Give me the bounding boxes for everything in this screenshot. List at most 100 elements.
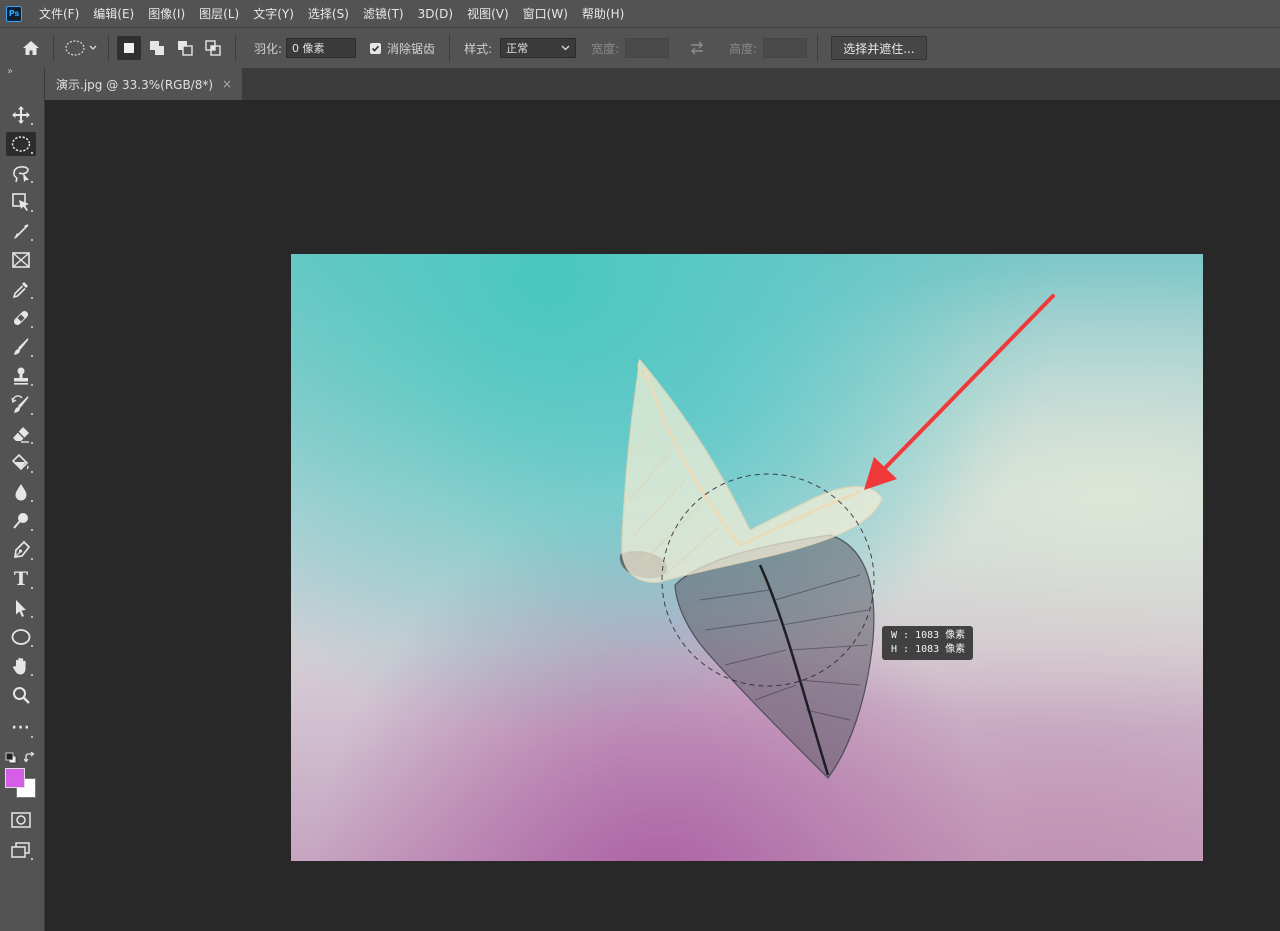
collapse-panel-icon[interactable]: »	[7, 66, 13, 77]
brush-tool[interactable]	[6, 335, 36, 359]
menu-window[interactable]: 窗口(W)	[516, 5, 575, 22]
selection-size-tooltip: W : 1083 像素 H : 1083 像素	[882, 626, 973, 660]
history-brush-tool[interactable]	[6, 393, 36, 417]
height-input[interactable]	[763, 38, 808, 58]
subtract-from-selection-button[interactable]	[173, 36, 197, 60]
object-selection-tool[interactable]	[6, 190, 36, 214]
foreground-color-swatch[interactable]	[5, 768, 25, 788]
hand-tool[interactable]	[6, 654, 36, 678]
subtract-from-selection-icon	[178, 41, 193, 56]
menu-bar: Ps 文件(F) 编辑(E) 图像(I) 图层(L) 文字(Y) 选择(S) 滤…	[0, 0, 1280, 27]
swap-width-height-button[interactable]	[689, 41, 705, 55]
elliptical-marquee-preset-icon	[65, 40, 97, 56]
document-tab-title: 演示.jpg @ 33.3%(RGB/8*)	[56, 77, 214, 92]
tools-panel: » T ···	[0, 66, 45, 931]
menu-file[interactable]: 文件(F)	[32, 5, 86, 22]
swap-colors-button[interactable]	[23, 749, 36, 768]
brush-icon	[14, 338, 29, 355]
width-label: 宽度:	[591, 41, 620, 56]
antialias-label: 消除锯齿	[387, 41, 436, 56]
feather-label: 羽化:	[254, 41, 283, 56]
frame-tool[interactable]	[6, 248, 36, 272]
type-tool[interactable]: T	[6, 567, 36, 591]
width-input[interactable]	[625, 38, 670, 58]
separator	[235, 35, 236, 61]
more-dots-icon: ···	[11, 720, 31, 736]
elliptical-marquee-icon	[11, 136, 31, 152]
menu-select[interactable]: 选择(S)	[301, 5, 356, 22]
spot-healing-brush-tool[interactable]	[6, 306, 36, 330]
menu-view[interactable]: 视图(V)	[460, 5, 516, 22]
separator	[817, 35, 819, 61]
object-selection-icon	[12, 193, 29, 211]
swap-arrows-icon	[691, 41, 704, 55]
tooltip-width: W : 1083 像素	[891, 630, 966, 641]
tooltip-height: H : 1083 像素	[891, 644, 966, 655]
document-tab[interactable]: 演示.jpg @ 33.3%(RGB/8*) ×	[45, 68, 242, 100]
document-canvas[interactable]	[291, 254, 1203, 861]
menu-edit[interactable]: 编辑(E)	[86, 5, 141, 22]
dodge-tool[interactable]	[6, 509, 36, 533]
antialias-checkbox[interactable]: 消除锯齿	[370, 40, 435, 57]
new-selection-button[interactable]	[117, 36, 141, 60]
style-label: 样式:	[464, 41, 493, 56]
crop-tool[interactable]	[6, 219, 36, 243]
menu-type[interactable]: 文字(Y)	[246, 5, 301, 22]
add-to-selection-icon	[150, 41, 164, 55]
home-button[interactable]	[19, 36, 43, 60]
elliptical-marquee-tool[interactable]	[6, 132, 36, 156]
menu-3d[interactable]: 3D(D)	[411, 7, 460, 21]
tool-preset-picker[interactable]	[62, 36, 100, 60]
paint-bucket-icon	[11, 453, 29, 471]
water-drop-icon	[15, 484, 27, 501]
leaf-photo	[619, 358, 883, 779]
ellipse-tool[interactable]	[6, 625, 36, 649]
style-value: 正常	[506, 42, 529, 55]
blur-tool[interactable]	[6, 480, 36, 504]
photoshop-logo-icon: Ps	[6, 5, 22, 22]
stamp-icon	[14, 367, 28, 385]
pen-icon	[13, 540, 31, 559]
bandage-icon	[13, 310, 29, 326]
menu-image[interactable]: 图像(I)	[141, 5, 192, 22]
clone-stamp-tool[interactable]	[6, 364, 36, 388]
move-tool[interactable]	[6, 103, 36, 127]
separator	[108, 35, 109, 61]
menu-layer[interactable]: 图层(L)	[192, 5, 246, 22]
default-colors-button[interactable]	[5, 749, 17, 768]
magnifier-icon	[13, 687, 30, 704]
close-icon[interactable]: ×	[222, 77, 232, 91]
height-label: 高度:	[729, 41, 758, 56]
menu-filter[interactable]: 滤镜(T)	[356, 5, 411, 22]
quick-mask-button[interactable]	[6, 808, 36, 832]
lasso-tool[interactable]	[6, 161, 36, 185]
path-selection-tool[interactable]	[6, 596, 36, 620]
edit-toolbar-button[interactable]: ···	[6, 716, 36, 740]
add-to-selection-button[interactable]	[145, 36, 169, 60]
eyedropper-tool[interactable]	[6, 277, 36, 301]
feather-input[interactable]: 0 像素	[286, 38, 357, 58]
lasso-icon	[13, 166, 29, 183]
paint-bucket-tool[interactable]	[6, 451, 36, 475]
home-icon	[23, 41, 39, 55]
separator	[53, 35, 54, 61]
pen-tool[interactable]	[6, 538, 36, 562]
separator	[449, 35, 451, 61]
style-dropdown[interactable]: 正常	[500, 38, 577, 58]
select-and-mask-button[interactable]: 选择并遮住...	[831, 36, 927, 60]
document-tab-bar: 演示.jpg @ 33.3%(RGB/8*) ×	[45, 68, 1280, 100]
move-icon	[12, 106, 30, 124]
default-colors-icon	[5, 752, 17, 764]
history-brush-icon	[11, 395, 29, 413]
frame-icon	[12, 252, 30, 268]
intersect-selection-icon	[205, 40, 221, 56]
screen-mode-button[interactable]	[6, 838, 36, 862]
eraser-tool[interactable]	[6, 422, 36, 446]
ellipse-shape-icon	[11, 629, 31, 645]
zoom-tool[interactable]	[6, 683, 36, 707]
intersect-selection-button[interactable]	[201, 36, 225, 60]
options-bar: 羽化: 0 像素 消除锯齿 样式: 正常 宽度: 高度: 选择并遮住...	[0, 27, 1280, 68]
checkbox-checked-icon	[370, 42, 382, 54]
menu-help[interactable]: 帮助(H)	[575, 5, 631, 22]
dodge-icon	[13, 513, 28, 529]
